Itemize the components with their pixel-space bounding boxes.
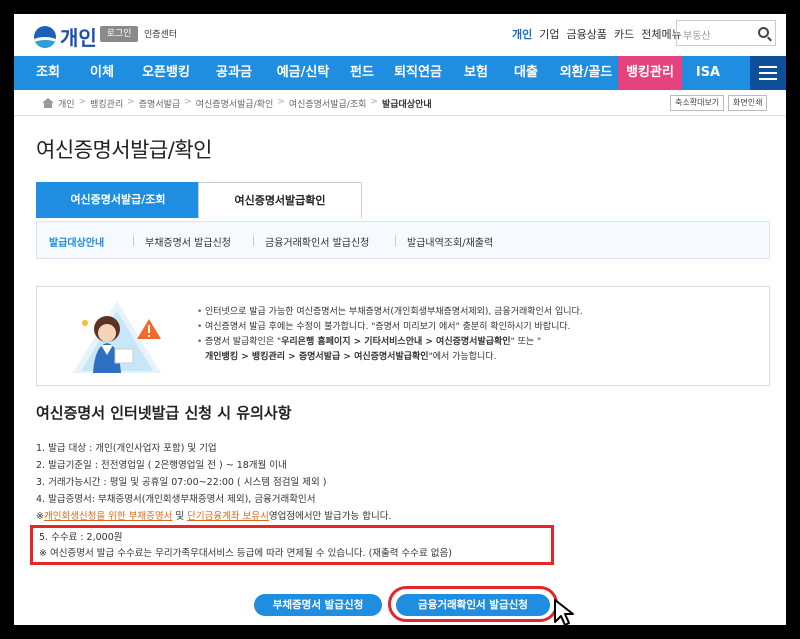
crumb-1[interactable]: 개인: [58, 97, 75, 110]
top-link-card[interactable]: 카드: [614, 26, 634, 42]
rule-5: ※개인회생신청을 위한 부채증명서 및 단기금융계좌 보유시영업점에서만 발급가…: [36, 511, 392, 522]
nav-item-pension[interactable]: 퇴직연금: [386, 56, 450, 90]
print-button[interactable]: 화면인쇄: [728, 95, 768, 111]
nav-item-isa[interactable]: ISA: [690, 56, 726, 90]
nav-item-transfer[interactable]: 이체: [78, 56, 126, 90]
rule-4: 4. 발급증명서: 부채증명서(개인회생부채증명서 제외), 금융거래확인서: [36, 494, 316, 505]
tab-issue-inquiry[interactable]: 여신증명서발급/조회: [36, 182, 200, 218]
notice-line-1: 인터넷으로 발급 가능한 여신증명서는 부채증명서(개인회생부채증명서제외), …: [197, 305, 583, 320]
subtab-target-info[interactable]: 발급대상안내: [49, 234, 104, 249]
cert-center-link[interactable]: 인증센터: [144, 27, 177, 40]
zoom-button[interactable]: 축소확대보기: [670, 95, 725, 111]
top-link-products[interactable]: 금융상품: [567, 26, 607, 42]
section-title: 여신증명서 인터넷발급 신청 시 유의사항: [36, 404, 292, 422]
bank-logo-icon: [34, 25, 56, 48]
subtab-fin-cert[interactable]: 금융거래확인서 발급신청: [265, 234, 369, 249]
logo[interactable]: 개인: [34, 22, 97, 51]
crumb-5[interactable]: 여신증명서발급/조회: [289, 97, 367, 110]
tab-bar: 여신증명서발급/조회 여신증명서발급확인: [36, 182, 362, 218]
rule-2: 2. 발급기준일 : 전전영업일 ( 2은행영업일 전 ) ~ 18개월 이내: [36, 460, 287, 471]
fin-cert-apply-button[interactable]: 금융거래확인서 발급신청: [396, 594, 550, 616]
crumb-3[interactable]: 증명서발급: [139, 97, 180, 110]
fee-note: ※ 여신증명서 발급 수수료는 우리가족우대서비스 등급에 따라 면제될 수 있…: [39, 548, 452, 559]
notice-box: 인터넷으로 발급 가능한 여신증명서는 부채증명서(개인회생부채증명서제외), …: [36, 286, 770, 386]
fee-highlight-box: 5. 수수료 : 2,000원 ※ 여신증명서 발급 수수료는 우리가족우대서비…: [30, 525, 554, 565]
crumb-current: 발급대상안내: [381, 100, 432, 110]
rule-link-shortterm[interactable]: 단기금융계좌 보유시: [187, 511, 269, 522]
fee-line: 5. 수수료 : 2,000원: [39, 532, 123, 543]
nav-item-fund[interactable]: 펀드: [342, 56, 382, 90]
top-link-personal[interactable]: 개인: [512, 26, 532, 42]
notice-line-3: 증명서 발급확인은 "우리은행 홈페이지 > 기타서비스안내 > 여신증명서발급…: [197, 335, 583, 350]
search-icon[interactable]: [758, 27, 769, 38]
browser-page: 개인 로그인 인증센터 개인 기업 금융상품 카드 전체메뉴 부동산 조회 이체…: [14, 14, 786, 625]
hamburger-menu-icon[interactable]: [750, 56, 786, 90]
notice-line-2: 여신증명서 발급 후에는 수정이 불가합니다. "증명서 미리보기 에서" 충분…: [197, 320, 583, 335]
nav-item-utility[interactable]: 공과금: [206, 56, 262, 90]
subtab-debt-cert[interactable]: 부채증명서 발급신청: [145, 234, 231, 249]
rule-link-rehab[interactable]: 개인회생신청을 위한 부채증명서: [44, 511, 172, 522]
mouse-cursor-icon: [554, 599, 574, 625]
top-header: 개인 로그인 인증센터 개인 기업 금융상품 카드 전체메뉴 부동산: [14, 14, 786, 56]
nav-item-fx-gold[interactable]: 외환/골드: [552, 56, 620, 90]
crumb-2[interactable]: 뱅킹관리: [90, 97, 123, 110]
page-title: 여신증명서발급/확인: [36, 138, 212, 162]
crumb-4[interactable]: 여신증명서발급/확인: [196, 97, 274, 110]
search-placeholder: 부동산: [683, 31, 711, 42]
login-button[interactable]: 로그인: [100, 26, 138, 42]
rule-1: 1. 발급 대상 : 개인(개인사업자 포함) 및 기업: [36, 443, 217, 454]
top-link-business[interactable]: 기업: [539, 26, 559, 42]
logo-text: 개인: [60, 26, 97, 50]
nav-item-banking-mgmt[interactable]: 뱅킹관리: [618, 56, 682, 90]
subtab-history[interactable]: 발급내역조회/재출력: [407, 234, 493, 249]
consultant-illustration-icon: [73, 301, 161, 373]
main-nav: 조회 이체 오픈뱅킹 공과금 예금/신탁 펀드 퇴직연금 보험 대출 외환/골드…: [14, 56, 786, 90]
home-icon[interactable]: [42, 98, 54, 108]
nav-item-inquiry[interactable]: 조회: [24, 56, 72, 90]
notice-line-4: 개인뱅킹 > 뱅킹관리 > 증명서발급 > 여신증명서발급확인"에서 가능합니다…: [205, 352, 497, 362]
subtab-bar: 발급대상안내 부채증명서 발급신청 금융거래확인서 발급신청 발급내역조회/재출…: [36, 221, 770, 259]
nav-item-deposit[interactable]: 예금/신탁: [268, 56, 338, 90]
top-links: 개인 기업 금융상품 카드 전체메뉴: [512, 26, 682, 42]
breadcrumb: 개인 > 뱅킹관리 > 증명서발급 > 여신증명서발급/확인 > 여신증명서발급/조회 >…: [14, 90, 786, 116]
search-input[interactable]: 부동산: [676, 20, 776, 46]
tab-issue-confirm[interactable]: 여신증명서발급확인: [198, 182, 362, 218]
debt-cert-apply-button[interactable]: 부채증명서 발급신청: [254, 594, 382, 616]
nav-item-openbanking[interactable]: 오픈뱅킹: [132, 56, 200, 90]
nav-item-loan[interactable]: 대출: [504, 56, 548, 90]
rule-3: 3. 거래가능시간 : 평일 및 공휴일 07:00~22:00 ( 시스템 점…: [36, 477, 327, 488]
rules-list: 1. 발급 대상 : 개인(개인사업자 포함) 및 기업 2. 발급기준일 : …: [36, 440, 392, 525]
nav-item-insurance[interactable]: 보험: [454, 56, 498, 90]
